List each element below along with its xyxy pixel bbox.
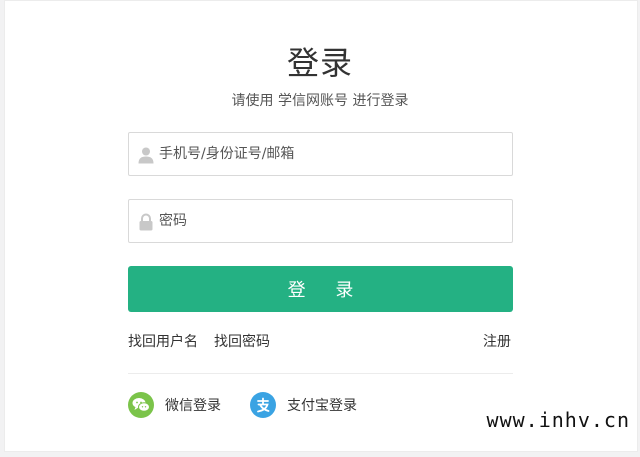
account-field[interactable] bbox=[128, 132, 513, 176]
password-field[interactable] bbox=[128, 199, 513, 243]
page-title: 登录 bbox=[286, 44, 353, 82]
wechat-login-button[interactable]: 微信登录 bbox=[128, 392, 221, 418]
find-password-link[interactable]: 找回密码 bbox=[214, 331, 270, 351]
watermark-text: www.inhv.cn bbox=[486, 408, 630, 432]
user-icon bbox=[137, 146, 155, 164]
password-input[interactable] bbox=[159, 200, 504, 242]
wechat-login-label: 微信登录 bbox=[165, 398, 221, 414]
divider bbox=[128, 373, 513, 374]
find-username-link[interactable]: 找回用户名 bbox=[128, 331, 198, 351]
register-link[interactable]: 注册 bbox=[483, 331, 511, 351]
wechat-icon bbox=[128, 392, 154, 418]
alipay-login-button[interactable]: 支付宝登录 bbox=[250, 392, 357, 418]
alipay-login-label: 支付宝登录 bbox=[287, 398, 357, 414]
login-button[interactable]: 登 录 bbox=[128, 266, 513, 312]
page-subtitle: 请使用 学信网账号 进行登录 bbox=[231, 93, 409, 109]
lock-icon bbox=[137, 213, 155, 231]
alipay-icon bbox=[250, 392, 276, 418]
account-input[interactable] bbox=[159, 133, 504, 175]
